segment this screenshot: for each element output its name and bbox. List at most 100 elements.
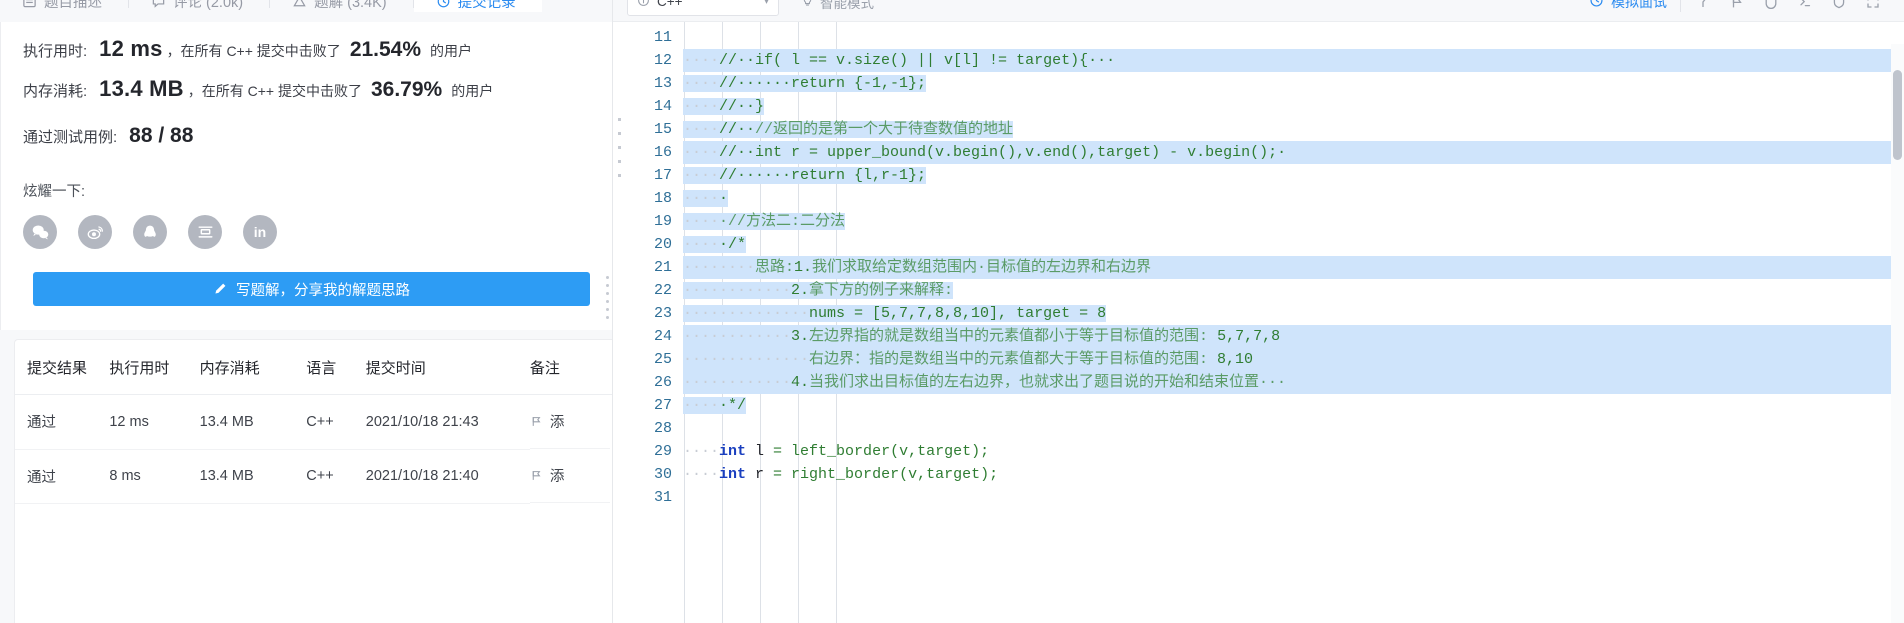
code-line[interactable]: ····//··//返回的是第一个大于待查数值的地址 [683,118,1904,141]
line-number: 31 [653,489,672,506]
write-solution-label: 写题解，分享我的解题思路 [236,282,410,299]
code-line[interactable]: ····int r = right_border(v,target); [683,463,1904,486]
clock-icon [436,0,451,9]
code-area[interactable]: 11 12 13 14 15 16 17 18 19 20 21 22 23 2… [613,22,1904,623]
code-line[interactable]: ····//······return {l,r-1}; [683,164,1904,187]
code-line[interactable]: ····//··if( l == v.size() || v[l] != tar… [683,49,1904,72]
row-memory: 13.4 MB [199,394,307,450]
runtime-label: 执行用时: [23,43,88,60]
runtime-suffix: 的用户 [430,43,473,59]
linkedin-label: in [253,224,267,240]
result-summary-card: 执行用时: 12 ms ，在所有 C++ 提交中击败了 21.54% 的用户 内… [0,22,612,330]
douban-icon[interactable] [188,215,222,249]
memory-label: 内存消耗: [23,83,88,100]
line-number: 29 [653,443,672,460]
line-number: 26 [653,374,672,391]
code-line[interactable]: ·····/* [683,233,1904,256]
write-solution-button[interactable]: 写题解，分享我的解题思路 [33,272,590,306]
tab-comments[interactable]: 评论 (2.0k) [129,0,269,12]
language-select[interactable]: C++ ▾ [627,0,779,16]
left-panel: 题目描述 评论 (2.0k) 题解 (3.4K) 提交记录 执行用时: 12 m… [0,0,612,623]
line-number: 23 [653,305,672,322]
table-row[interactable]: 通过 12 ms 13.4 MB C++ 2021/10/18 21:43 添 [15,394,612,450]
line-number: 21 [653,259,672,276]
row-note-label: 添 [549,469,565,485]
code-line[interactable]: ····//······return {-1,-1}; [683,72,1904,95]
line-number: 27 [653,397,672,414]
code-line[interactable]: ········思路:1.我们求取给定数组范围内·目标值的左边界和右边界 [683,256,1904,279]
code-line[interactable]: ············2.拿下方的例子来解释: [683,279,1904,302]
wechat-icon[interactable] [23,215,57,249]
row-note[interactable]: 添 [529,449,610,503]
row-result[interactable]: 通过 [15,449,110,504]
reset-icon[interactable] [1754,0,1788,15]
tab-submissions[interactable]: 提交记录 [413,0,542,12]
testcases-stat-row: 通过测试用例: 88 / 88 [23,124,590,148]
code-line[interactable]: ············4.当我们求出目标值的左右边界，也就求出了题目说的开始和… [683,371,1904,394]
qq-icon[interactable] [133,215,167,249]
fold-dots [618,118,621,177]
comment-icon [151,0,166,9]
vertical-scrollbar-thumb[interactable] [1893,70,1902,160]
fullscreen-icon[interactable] [1856,0,1890,15]
code-line[interactable] [683,26,1904,49]
code-line[interactable]: ····//··int r = upper_bound(v.begin(),v.… [683,141,1904,164]
code-line[interactable]: ·····//方法二:二分法 [683,210,1904,233]
editor-toolbar-actions: 模拟面试 [1589,0,1890,15]
submissions-table: 提交结果 执行用时 内存消耗 语言 提交时间 备注 通过 12 ms 13.4 … [15,340,612,504]
memory-stat-row: 内存消耗: 13.4 MB ，在所有 C++ 提交中击败了 36.79% 的用户 [23,76,590,102]
memory-mid-text: ，在所有 C++ 提交中击败了 [187,83,362,99]
row-memory: 13.4 MB [199,449,307,504]
code-line[interactable]: ····//··} [683,95,1904,118]
line-number-gutter: 11 12 13 14 15 16 17 18 19 20 21 22 23 2… [627,22,683,623]
console-icon[interactable] [1788,0,1822,15]
line-number: 30 [653,466,672,483]
tab-comments-label: 评论 (2.0k) [173,0,244,11]
runtime-mid-text: ，在所有 C++ 提交中击败了 [166,43,341,59]
memory-percentile: 36.79% [370,78,443,101]
vertical-scrollbar-track[interactable] [1891,44,1904,623]
runtime-percentile: 21.54% [349,38,422,61]
row-runtime: 12 ms [109,394,200,450]
row-result[interactable]: 通过 [15,394,110,450]
share-icon-row: in [23,215,590,249]
code-line[interactable]: ·····*/ [683,394,1904,417]
format-icon[interactable] [1686,0,1720,15]
code-line[interactable] [683,486,1904,509]
mock-interview-button[interactable]: 模拟面试 [1589,0,1681,12]
tab-solutions[interactable]: 题解 (3.4K) [270,0,413,12]
auto-mode-toggle[interactable]: 智能模式 [801,0,874,12]
testcases-value: 88 / 88 [129,124,194,147]
linkedin-icon[interactable]: in [243,215,277,249]
code-line[interactable]: ····int l = left_border(v,target); [683,440,1904,463]
header-note: 备注 [529,340,612,395]
tab-solutions-label: 题解 (3.4K) [314,0,387,11]
code-text[interactable]: ····//··if( l == v.size() || v[l] != tar… [683,22,1904,623]
row-note[interactable]: 添 [529,395,610,449]
code-line[interactable]: ····· [683,187,1904,210]
code-line[interactable]: ··············右边界：指的是数组当中的元素值都大于等于目标值的范围… [683,348,1904,371]
testcases-label: 通过测试用例: [23,129,118,146]
line-number: 20 [653,236,672,253]
panel-resize-grip[interactable] [606,276,609,319]
mock-interview-label: 模拟面试 [1611,0,1667,10]
shield-icon[interactable] [1822,0,1856,15]
header-memory: 内存消耗 [199,340,307,395]
tab-description[interactable]: 题目描述 [0,0,128,12]
line-number: 13 [653,75,672,92]
bookmark-icon[interactable] [1720,0,1754,15]
language-select-value: C++ [657,0,683,9]
table-row[interactable]: 通过 8 ms 13.4 MB C++ 2021/10/18 21:40 添 [15,449,612,504]
row-language: C++ [306,449,366,504]
header-result: 提交结果 [15,340,110,395]
code-line[interactable]: ··············nums = [5,7,7,8,8,10], tar… [683,302,1904,325]
document-icon [22,0,37,9]
code-line[interactable] [683,417,1904,440]
line-number: 18 [653,190,672,207]
runtime-value: 12 ms [99,36,163,61]
row-time: 2021/10/18 21:40 [365,449,530,504]
code-line[interactable]: ············3.左边界指的就是数组当中的元素值都小于等于目标值的范围… [683,325,1904,348]
row-runtime: 8 ms [109,449,200,504]
line-number: 16 [653,144,672,161]
weibo-icon[interactable] [78,215,112,249]
